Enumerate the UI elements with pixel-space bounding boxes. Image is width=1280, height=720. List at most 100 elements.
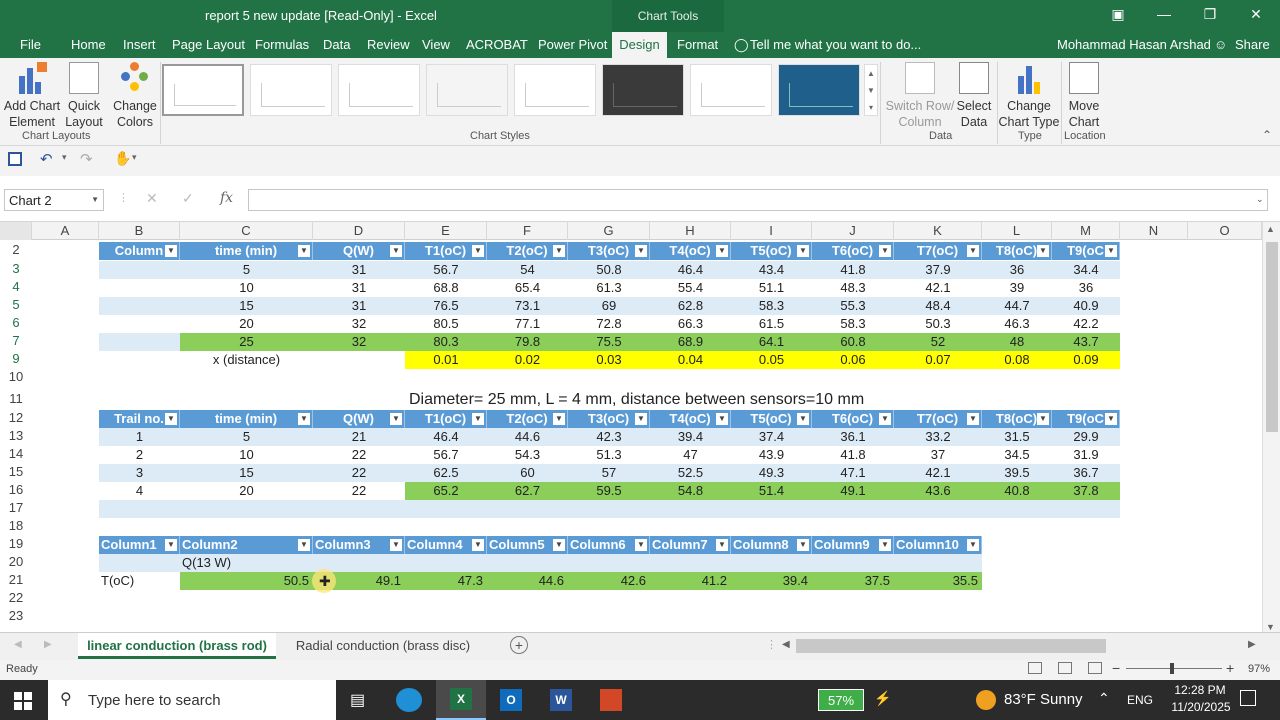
- zoom-slider-thumb[interactable]: [1170, 663, 1174, 674]
- weather-sun-icon[interactable]: [976, 690, 996, 710]
- table1-cell[interactable]: 77.1: [487, 315, 568, 333]
- col-header-j[interactable]: J: [812, 222, 894, 240]
- filter-dropdown-icon[interactable]: ▼: [165, 539, 177, 551]
- chart-style-6[interactable]: [602, 64, 684, 116]
- table2-cell[interactable]: 54.8: [650, 482, 731, 500]
- table2-header-cell[interactable]: T5(oC) ▼: [731, 410, 812, 428]
- hscroll-right-icon[interactable]: ▶: [1248, 639, 1256, 650]
- table1-cell[interactable]: 60.8: [812, 333, 894, 351]
- table1-cell[interactable]: 61.3: [568, 279, 650, 297]
- table2-total-row[interactable]: [99, 500, 1120, 518]
- col-header-n[interactable]: N: [1120, 222, 1188, 240]
- table2-cell[interactable]: 43.9: [731, 446, 812, 464]
- menu-design[interactable]: Design: [612, 32, 667, 58]
- formula-input[interactable]: [248, 189, 1268, 211]
- table1-cell[interactable]: [99, 333, 180, 351]
- customize-toolbar-icon[interactable]: ▾: [132, 152, 137, 163]
- menu-insert[interactable]: Insert: [123, 37, 156, 52]
- enter-icon[interactable]: ✓: [182, 190, 194, 207]
- tell-me-input[interactable]: Tell me what you want to do...: [750, 37, 921, 52]
- zoom-in-icon[interactable]: +: [1226, 660, 1234, 676]
- table3-cell[interactable]: [731, 554, 812, 572]
- tray-chevron-icon[interactable]: ⌃: [1098, 690, 1110, 707]
- change-colors-button[interactable]: Change Colors: [110, 62, 160, 130]
- select-all-corner[interactable]: [0, 222, 32, 240]
- distance-cell[interactable]: 0.03: [568, 351, 650, 369]
- table3-value-cell[interactable]: 44.6: [487, 572, 568, 590]
- table1-cell[interactable]: 73.1: [487, 297, 568, 315]
- table2-cell[interactable]: 49.1: [812, 482, 894, 500]
- row-header[interactable]: 5: [0, 297, 32, 312]
- table1-cell[interactable]: 37.9: [894, 261, 982, 279]
- user-name[interactable]: Mohammad Hasan Arshad: [1057, 37, 1211, 52]
- table3-cell[interactable]: [568, 554, 650, 572]
- table3-header-cell[interactable]: Column3 ▼: [313, 536, 405, 554]
- cancel-icon[interactable]: ✕: [146, 190, 158, 207]
- filter-dropdown-icon[interactable]: ▼: [298, 245, 310, 257]
- table1-cell[interactable]: 56.7: [405, 261, 487, 279]
- menu-page-layout[interactable]: Page Layout: [172, 37, 245, 52]
- vertical-scrollbar[interactable]: ▲ ▼: [1262, 222, 1280, 636]
- table3-value-cell[interactable]: 37.5: [812, 572, 894, 590]
- table1-header-cell[interactable]: T5(oC) ▼: [731, 242, 812, 260]
- filter-dropdown-icon[interactable]: ▼: [472, 413, 484, 425]
- menu-acrobat[interactable]: ACROBAT: [466, 37, 528, 52]
- filter-dropdown-icon[interactable]: ▼: [635, 413, 647, 425]
- table1-cell[interactable]: 43.4: [731, 261, 812, 279]
- table1-cell[interactable]: [99, 279, 180, 297]
- filter-dropdown-icon[interactable]: ▼: [472, 539, 484, 551]
- table1-cell[interactable]: 40.9: [1052, 297, 1120, 315]
- distance-cell[interactable]: 0.07: [894, 351, 982, 369]
- filter-dropdown-icon[interactable]: ▼: [716, 539, 728, 551]
- table3-cell[interactable]: [650, 554, 731, 572]
- vertical-scroll-thumb[interactable]: [1266, 242, 1278, 432]
- row-header[interactable]: 7: [0, 333, 32, 348]
- table1-cell[interactable]: 76.5: [405, 297, 487, 315]
- row-header[interactable]: 23: [0, 608, 32, 623]
- table1-cell[interactable]: 52: [894, 333, 982, 351]
- table2-header-cell[interactable]: T9(oC ▼: [1052, 410, 1120, 428]
- row-header[interactable]: 20: [0, 554, 32, 569]
- table2-cell[interactable]: 49.3: [731, 464, 812, 482]
- table1-header-cell[interactable]: time (min) ▼: [180, 242, 313, 260]
- filter-dropdown-icon[interactable]: ▼: [716, 245, 728, 257]
- table2-cell[interactable]: 5: [180, 428, 313, 446]
- table3-cell[interactable]: Q(13 W): [180, 554, 313, 572]
- table2-header-cell[interactable]: T3(oC) ▼: [568, 410, 650, 428]
- table1-cell[interactable]: 36: [1052, 279, 1120, 297]
- menu-review[interactable]: Review: [367, 37, 410, 52]
- table2-cell[interactable]: 22: [313, 482, 405, 500]
- table3-value-cell[interactable]: 42.6: [568, 572, 650, 590]
- filter-dropdown-icon[interactable]: ▼: [553, 539, 565, 551]
- table2-cell[interactable]: 29.9: [1052, 428, 1120, 446]
- table1-cell[interactable]: 32: [313, 315, 405, 333]
- change-chart-type-button[interactable]: Change Chart Type: [998, 62, 1060, 130]
- col-header-c[interactable]: C: [180, 222, 313, 240]
- undo-dropdown-icon[interactable]: ▾: [62, 152, 67, 163]
- chart-styles-scroll[interactable]: ▲ ▼ ▾: [864, 64, 878, 116]
- zoom-slider[interactable]: [1126, 668, 1222, 669]
- table3-header-cell[interactable]: Column1 ▼: [99, 536, 180, 554]
- move-chart-button[interactable]: Move Chart: [1062, 62, 1106, 130]
- table3-header-cell[interactable]: Column9 ▼: [812, 536, 894, 554]
- table1-header-cell[interactable]: T8(oC) ▼: [982, 242, 1052, 260]
- table1-cell[interactable]: 72.8: [568, 315, 650, 333]
- table1-cell[interactable]: 36: [982, 261, 1052, 279]
- table2-cell[interactable]: 22: [313, 446, 405, 464]
- col-header-b[interactable]: B: [99, 222, 180, 240]
- col-header-k[interactable]: K: [894, 222, 982, 240]
- table3-header-cell[interactable]: Column6 ▼: [568, 536, 650, 554]
- horizontal-scroll-thumb[interactable]: [796, 639, 1106, 653]
- table1-cell[interactable]: 39: [982, 279, 1052, 297]
- col-header-e[interactable]: E: [405, 222, 487, 240]
- table1-cell[interactable]: 46.4: [650, 261, 731, 279]
- table2-cell[interactable]: 3: [99, 464, 180, 482]
- chart-style-8[interactable]: [778, 64, 860, 116]
- table2-cell[interactable]: 37: [894, 446, 982, 464]
- filter-dropdown-icon[interactable]: ▼: [967, 413, 979, 425]
- table2-cell[interactable]: 15: [180, 464, 313, 482]
- menu-power-pivot[interactable]: Power Pivot: [538, 37, 607, 52]
- table1-cell[interactable]: 55.3: [812, 297, 894, 315]
- table2-header-cell[interactable]: T8(oC) ▼: [982, 410, 1052, 428]
- chart-style-5[interactable]: [514, 64, 596, 116]
